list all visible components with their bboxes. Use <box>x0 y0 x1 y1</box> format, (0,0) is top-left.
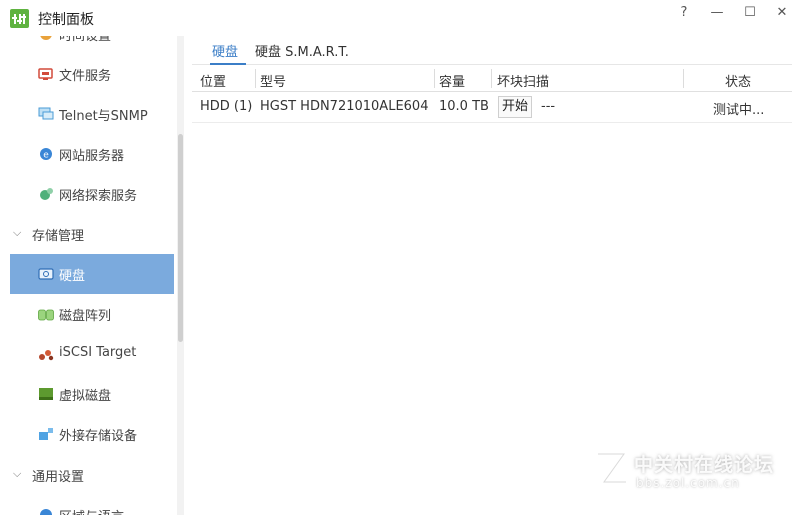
sidebar-item-label: 虚拟磁盘 <box>59 389 112 404</box>
sidebar-group-storage[interactable]: ⌵ 存储管理 <box>0 214 176 254</box>
sidebar-scroll-thumb[interactable] <box>178 134 183 342</box>
column-divider <box>434 69 435 88</box>
sidebar-item-file-service[interactable]: 文件服务 <box>10 54 174 94</box>
column-divider <box>491 69 492 88</box>
tab-hdd-smart[interactable]: 硬盘 S.M.A.R.T. <box>255 41 349 65</box>
zol-logo-icon <box>598 451 627 485</box>
watermark-text: 中关村在线论坛 <box>634 454 775 476</box>
cell-model: HGST HDN721010ALE604 <box>260 99 429 114</box>
sidebar-item-hdd[interactable]: 硬盘 <box>10 254 174 294</box>
column-header-capacity[interactable]: 容量 <box>439 71 465 90</box>
cell-status: 测试中... <box>713 103 765 118</box>
sidebar-item-label: iSCSI Target <box>59 345 137 360</box>
virtual-disk-icon <box>39 388 53 400</box>
window-title: 控制面板 <box>38 12 94 28</box>
sidebar-item-label: 区域与语言 <box>59 506 124 515</box>
control-panel-icon <box>10 9 29 28</box>
title-bar: 控制面板 ? — ☐ ✕ <box>0 0 800 36</box>
region-icon <box>40 509 52 515</box>
watermark-url: bbs.zol.com.cn <box>636 476 740 490</box>
sidebar-item-iscsi[interactable]: iSCSI Target <box>10 334 174 374</box>
sidebar-group-label: 存储管理 <box>32 229 85 244</box>
tab-divider <box>192 64 792 65</box>
column-header-status[interactable]: 状态 <box>725 71 751 90</box>
iscsi-icon <box>39 350 54 361</box>
maximize-button[interactable]: ☐ <box>738 3 762 23</box>
sidebar-item-label: Telnet与SNMP <box>59 109 148 124</box>
cell-capacity: 10.0 TB <box>439 99 489 114</box>
start-scan-button[interactable]: 开始 <box>498 96 532 118</box>
column-header-model[interactable]: 型号 <box>260 71 286 90</box>
sidebar-item-label: 外接存储设备 <box>59 429 138 444</box>
sidebar: 时间设置 文件服务 Telnet与SNMP e 网站服务器 网络探索服务 ⌵ 存… <box>0 36 184 515</box>
cell-location: HDD (1) <box>200 99 253 114</box>
table-header: 位置 型号 容量 坏块扫描 状态 <box>192 66 792 92</box>
cell-scan-result: --- <box>541 99 556 114</box>
hdd-icon <box>38 268 54 280</box>
tab-hdd[interactable]: 硬盘 <box>212 41 238 65</box>
sidebar-item-label: 磁盘阵列 <box>59 309 112 324</box>
sidebar-group-general[interactable]: ⌵ 通用设置 <box>0 455 176 495</box>
web-icon: e <box>40 148 52 161</box>
clock-icon <box>40 36 52 40</box>
sidebar-item-external-storage[interactable]: 外接存储设备 <box>10 414 174 454</box>
column-header-location[interactable]: 位置 <box>200 71 226 90</box>
network-discovery-icon <box>40 188 53 200</box>
sidebar-item-time[interactable]: 时间设置 <box>10 36 174 54</box>
sidebar-item-network-discovery[interactable]: 网络探索服务 <box>10 174 174 214</box>
column-divider <box>683 69 684 88</box>
sidebar-item-label: 网站服务器 <box>59 149 125 164</box>
watermark: 中关村在线论坛 bbs.zol.com.cn <box>590 448 790 498</box>
column-divider <box>255 69 256 88</box>
sidebar-group-label: 通用设置 <box>32 470 85 485</box>
raid-icon <box>38 309 54 321</box>
sidebar-item-raid[interactable]: 磁盘阵列 <box>10 294 174 334</box>
sidebar-item-region[interactable]: 区域与语言 <box>10 495 174 515</box>
help-button[interactable]: ? <box>672 3 696 23</box>
close-button[interactable]: ✕ <box>770 3 794 23</box>
sidebar-item-virtual-disk[interactable]: 虚拟磁盘 <box>10 374 174 414</box>
sidebar-item-label: 文件服务 <box>59 69 112 84</box>
chevron-down-icon: ⌵ <box>13 226 22 239</box>
main-panel: 硬盘 硬盘 S.M.A.R.T. 位置 型号 容量 坏块扫描 状态 HDD (1… <box>192 36 792 515</box>
chevron-down-icon: ⌵ <box>13 467 22 480</box>
sidebar-item-label: 网络探索服务 <box>59 189 138 204</box>
external-storage-icon <box>39 428 53 440</box>
svg-text:e: e <box>43 151 49 161</box>
monitor-icon <box>38 107 54 120</box>
table-row[interactable]: HDD (1) HGST HDN721010ALE604 10.0 TB 开始 … <box>192 93 792 123</box>
sidebar-item-telnet-snmp[interactable]: Telnet与SNMP <box>10 94 174 134</box>
sidebar-item-label: 时间设置 <box>59 36 112 44</box>
active-tab-indicator <box>210 63 246 65</box>
sidebar-item-web-server[interactable]: e 网站服务器 <box>10 134 174 174</box>
column-header-bad-block-scan[interactable]: 坏块扫描 <box>497 71 549 90</box>
file-service-icon <box>38 68 53 80</box>
minimize-button[interactable]: — <box>705 3 729 23</box>
sidebar-item-label: 硬盘 <box>59 269 86 284</box>
